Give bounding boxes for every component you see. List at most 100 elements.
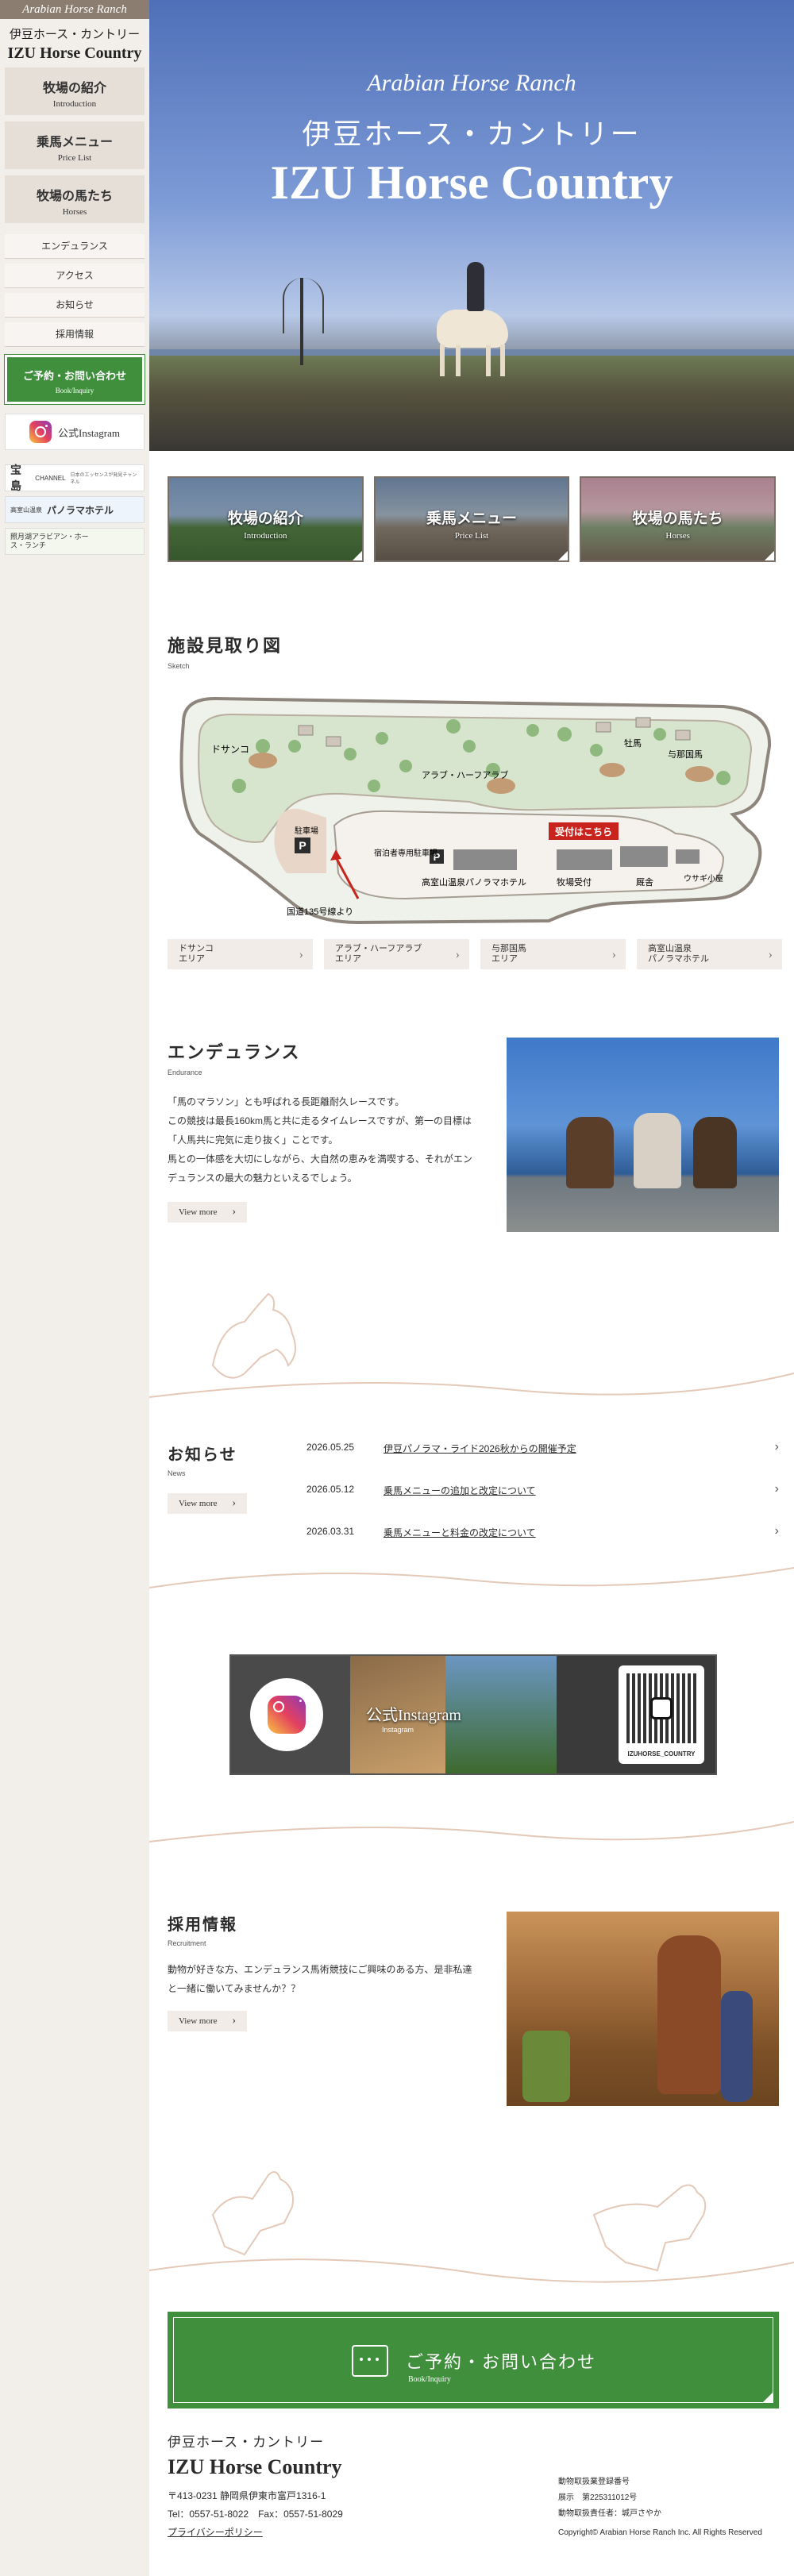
sidebar-item-sub: Horses bbox=[62, 207, 87, 217]
recruit-line: と一緒に働いてみませんか？？ bbox=[168, 1983, 301, 1994]
chevron-right-icon: › bbox=[774, 1440, 779, 1454]
sidebar-item-price-list[interactable]: 乗馬メニュー Price List bbox=[5, 121, 145, 169]
map-parking-label: 駐車場 bbox=[295, 826, 318, 836]
endurance-line: 馬との一体感を大切にしながら、大自然の恵みを満喫する、それがエン bbox=[168, 1153, 472, 1165]
contact-label: ご予約・お問い合わせ bbox=[406, 2352, 597, 2372]
sidebar-item-endurance[interactable]: エンデュランス bbox=[5, 234, 145, 259]
map-label-lodge: 厩舎 bbox=[636, 877, 653, 888]
facility-sub: Sketch bbox=[168, 662, 190, 670]
map-reception-badge: 受付はこちら bbox=[555, 826, 612, 837]
banner-title: 宝島 bbox=[10, 465, 21, 493]
privacy-policy-link[interactable]: プライバシーポリシー bbox=[168, 2525, 263, 2539]
sidebar-booking-label: ご予約・お問い合わせ bbox=[22, 370, 126, 382]
area-button-yonaguni[interactable]: 与那国馬 エリア bbox=[480, 939, 626, 969]
recruit-text: 動物が好きな方、エンデュランス馬術競技にご興味のある方、是非私達 と一緒に働いて… bbox=[168, 1960, 501, 1998]
map-parking-icon: P bbox=[299, 839, 306, 852]
map-label-arab: アラブ・ハーフアラブ bbox=[422, 769, 508, 780]
instagram-banner[interactable]: 公式Instagram Instagram IZUHORSE_COUNTRY bbox=[229, 1654, 717, 1775]
recruit-view-more-button[interactable]: View more bbox=[168, 2011, 247, 2031]
facility-map: P 駐車場 P 宿泊者専用駐車場 受付はこちら ドサンコ アラブ・ハーフアラブ … bbox=[179, 696, 772, 925]
contact-booking-button[interactable]: ご予約・お問い合わせ Book/Inquiry bbox=[168, 2312, 779, 2409]
area-button-label: 高室山温泉 bbox=[648, 944, 692, 953]
endurance-line: 「人馬共に完気に走り抜く」ことです。 bbox=[168, 1134, 338, 1146]
hero-brand: Arabian Horse Ranch bbox=[367, 70, 576, 96]
hero-rider bbox=[467, 262, 484, 311]
map-label-yonaguni: 与那国馬 bbox=[668, 749, 703, 760]
recruit-line: 動物が好きな方、エンデュランス馬術競技にご興味のある方、是非私達 bbox=[168, 1964, 472, 1975]
sidebar-banner-hotel[interactable]: 高室山温泉 パノラマホテル bbox=[5, 496, 145, 523]
map-label-dosanko: ドサンコ bbox=[211, 744, 249, 755]
recruit-sub: Recruitment bbox=[168, 1939, 206, 1947]
sidebar-item-access[interactable]: アクセス bbox=[5, 264, 145, 288]
hero-title-jp: 伊豆ホース・カントリー bbox=[302, 118, 642, 150]
instagram-icon bbox=[29, 421, 52, 443]
card-horses[interactable]: 牧場の馬たち Horses bbox=[580, 476, 777, 562]
sidebar-item-horses[interactable]: 牧場の馬たち Horses bbox=[5, 175, 145, 223]
news-view-more-button[interactable]: View more bbox=[168, 1493, 247, 1514]
card-introduction[interactable]: 牧場の紹介 Introduction bbox=[168, 476, 364, 562]
footer-reg-line: 展示 第225311012号 bbox=[558, 2493, 638, 2502]
area-button-sub: エリア bbox=[335, 954, 361, 965]
contact-inner: ご予約・お問い合わせ Book/Inquiry bbox=[173, 2317, 773, 2403]
sidebar-logo-jp: 伊豆ホース・カントリー bbox=[9, 29, 141, 41]
sidebar-item-label: 牧場の紹介 bbox=[42, 82, 106, 95]
qr-code: IZUHORSE_COUNTRY bbox=[619, 1665, 704, 1764]
card-title: 牧場の馬たち bbox=[632, 510, 723, 527]
sidebar-item-recruit[interactable]: 採用情報 bbox=[5, 322, 145, 347]
sidebar-instagram-link[interactable]: 公式Instagram bbox=[5, 414, 145, 450]
banner-title: パノラマホテル bbox=[47, 504, 114, 516]
map-label-hotel: 高室山温泉パノラマホテル bbox=[422, 876, 526, 888]
card-title: 牧場の紹介 bbox=[227, 510, 303, 527]
sidebar-instagram-label: 公式Instagram bbox=[58, 426, 120, 439]
sidebar-banner-takarajima[interactable]: 宝島 CHANNEL 日本のエッセンスが発見チャンネル bbox=[5, 464, 145, 493]
footer-registration: 動物取扱業登録番号 展示 第225311012号 動物取扱責任者：城戸さやか C… bbox=[558, 2474, 762, 2541]
endurance-view-more-button[interactable]: View more bbox=[168, 1202, 247, 1223]
sidebar-booking-button[interactable]: ご予約・お問い合わせ Book/Inquiry bbox=[4, 354, 145, 405]
sidebar-item-introduction[interactable]: 牧場の紹介 Introduction bbox=[5, 67, 145, 115]
area-button-label: ドサンコ bbox=[179, 944, 214, 953]
instagram-banner-title: 公式Instagram bbox=[366, 1707, 461, 1724]
map-label-pony: 牡馬 bbox=[624, 737, 642, 749]
news-date: 2026.05.25 bbox=[306, 1442, 355, 1453]
card-price-list[interactable]: 乗馬メニュー Price List bbox=[373, 476, 570, 562]
footer: 伊豆ホース・カントリー IZU Horse Country 〒413-0231 … bbox=[168, 2431, 779, 2558]
area-button-sub: パノラマホテル bbox=[648, 954, 709, 965]
sidebar-brand: Arabian Horse Ranch bbox=[0, 0, 149, 19]
chat-icon bbox=[352, 2345, 388, 2377]
map-label-route: 国道135号線より bbox=[287, 906, 353, 917]
banner-sub: 高室山温泉 bbox=[10, 506, 42, 514]
endurance-line: デュランスの最大の魅力といえるでしょう。 bbox=[168, 1172, 357, 1184]
news-section: お知らせ News View more 2026.05.25伊豆パノラマ・ライド… bbox=[168, 1440, 779, 1538]
area-button-arab[interactable]: アラブ・ハーフアラブ エリア bbox=[324, 939, 469, 969]
banner-sub: CHANNEL bbox=[35, 474, 66, 482]
card-sub: Price List bbox=[454, 531, 489, 541]
news-item[interactable]: 2026.05.12 乗馬メニューの追加と改定について › bbox=[306, 1482, 779, 1500]
area-button-sub: エリア bbox=[491, 954, 518, 965]
map-guest-parking-label: 宿泊者専用駐車場 bbox=[374, 848, 437, 858]
sidebar-item-sub: Introduction bbox=[52, 99, 97, 109]
endurance-line: 「馬のマラソン」とも呼ばれる長距離耐久レースです。 bbox=[168, 1096, 405, 1107]
sidebar-logo[interactable]: 伊豆ホース・カントリー IZU Horse Country bbox=[0, 19, 149, 67]
decorative-wave bbox=[149, 1567, 794, 1588]
instagram-banner-sub: Instagram bbox=[382, 1726, 414, 1734]
news-link: 乗馬メニューの追加と改定について bbox=[384, 1485, 536, 1496]
news-date: 2026.05.12 bbox=[306, 1484, 355, 1495]
endurance-title: エンデュランス bbox=[168, 1042, 301, 1062]
banner-title: 照月湖アラビアン・ホース・ランチ bbox=[10, 533, 89, 549]
footer-reg-line: 動物取扱業登録番号 bbox=[558, 2478, 630, 2486]
recruit-photo bbox=[507, 1912, 779, 2106]
area-button-dosanko[interactable]: ドサンコ エリア bbox=[168, 939, 313, 969]
area-button-hotel[interactable]: 高室山温泉 パノラマホテル bbox=[637, 939, 782, 969]
news-sub: News bbox=[168, 1469, 186, 1477]
sidebar-logo-en: IZU Horse Country bbox=[7, 44, 142, 62]
footer-reg-line: 動物取扱責任者：城戸さやか bbox=[558, 2509, 661, 2518]
news-item[interactable]: 2026.05.25 伊豆パノラマ・ライド2026秋からの開催予定 › bbox=[306, 1440, 779, 1457]
hero-tree bbox=[283, 278, 324, 365]
hero: Arabian Horse Ranch 伊豆ホース・カントリー IZU Hors… bbox=[149, 0, 794, 451]
sidebar-item-news[interactable]: お知らせ bbox=[5, 293, 145, 318]
news-item[interactable]: 2026.03.31 乗馬メニューと料金の改定について › bbox=[306, 1524, 779, 1542]
endurance-sub: Endurance bbox=[168, 1069, 202, 1076]
news-date: 2026.03.31 bbox=[306, 1526, 355, 1537]
sidebar-banner-ranch[interactable]: 照月湖アラビアン・ホース・ランチ bbox=[5, 528, 145, 555]
card-sub: Introduction bbox=[244, 531, 287, 541]
